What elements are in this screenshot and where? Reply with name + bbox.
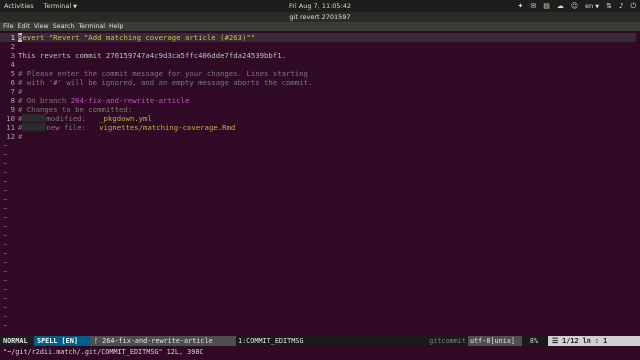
file-encoding: utf-8[unix] (468, 336, 522, 346)
redacted-region (22, 123, 47, 131)
empty-line-marker: ~ (3, 186, 8, 195)
buffer-line[interactable]: 9 # Changes to be committed: (0, 105, 636, 114)
file-name: 1:COMMIT_EDITMSG (238, 337, 304, 345)
vim-buffer[interactable]: 1 Revert "Revert "Add matching coverage a… (0, 31, 640, 347)
line-number: 11 (6, 123, 15, 132)
buffer-text: # (18, 132, 23, 141)
window-title: git revert 2701597 (289, 13, 351, 21)
app-menu-button[interactable]: Terminal ▼ (44, 2, 77, 10)
mode-indicator: NORMAL (0, 336, 34, 346)
empty-line-marker: ~ (3, 159, 8, 168)
empty-line-marker: ~ (3, 204, 8, 213)
line-number: 1 (10, 33, 15, 42)
buffer-line[interactable]: 2 (0, 42, 636, 51)
buffer-text: # with '#' will be ignored, and an empty… (18, 78, 313, 87)
buffer-text: _pkgdown.yml (99, 114, 152, 123)
volume-icon[interactable]: ♪ (619, 2, 623, 10)
buffer-text: # On branch (18, 96, 71, 105)
empty-line-marker: ~ (3, 177, 8, 186)
power-icon[interactable]: ⏻ (630, 2, 636, 11)
spell-indicator: SPELL [EN] (34, 336, 91, 346)
menu-search[interactable]: Search (53, 23, 75, 30)
buffer-text: vignettes/matching-coverage.Rmd (99, 123, 236, 132)
menu-file[interactable]: File (3, 23, 14, 30)
scroll-percent: 8% (529, 337, 539, 345)
network-icon[interactable]: ⇅ (606, 2, 612, 10)
buffer-line[interactable]: 5 # Please enter the commit message for y… (0, 69, 636, 78)
buffer-text: modified: (46, 114, 100, 123)
chat-icon[interactable]: ✉ (530, 2, 536, 10)
empty-line-marker: ~ (3, 303, 8, 312)
file-type: gitcommit (429, 337, 466, 345)
buffer-text: # (18, 87, 23, 96)
window-titlebar[interactable]: git revert 2701597 (0, 12, 640, 22)
buffer-line[interactable]: 1 Revert "Revert "Add matching coverage a… (0, 33, 636, 42)
menu-edit[interactable]: Edit (18, 23, 30, 30)
git-branch: ᚠ 264-fix-and-rewrite-article (90, 336, 236, 346)
empty-line-marker: ~ (3, 285, 8, 294)
buffer-text: # Please enter the commit message for yo… (18, 69, 308, 78)
menu-help[interactable]: Help (109, 23, 123, 30)
buffer-line[interactable]: 11 # new file: vignettes/matching-coverage… (0, 123, 636, 132)
line-number: 5 (10, 69, 15, 78)
empty-line-marker: ~ (3, 312, 8, 321)
buffer-line[interactable]: 7 # (0, 87, 636, 96)
language-indicator[interactable]: en ▼ (585, 2, 599, 10)
line-number: 8 (10, 96, 15, 105)
line-number: 10 (6, 114, 15, 123)
empty-line-marker: ~ (3, 258, 8, 267)
cloud-icon[interactable]: ☁ (557, 2, 564, 10)
cursor-position: ☰ 1/12 ln : 1 (548, 336, 640, 346)
empty-line-marker: ~ (3, 294, 8, 303)
menu-terminal[interactable]: Terminal (78, 23, 105, 30)
menu-bar: File Edit View Search Terminal Help (0, 22, 640, 31)
empty-line-marker: ~ (3, 150, 8, 159)
dropdown-arrow-icon: ▼ (595, 4, 600, 10)
accessibility-icon[interactable]: ☺ (571, 2, 578, 10)
line-number: 7 (10, 87, 15, 96)
vim-statusline: NORMAL SPELL [EN] ᚠ 264-fix-and-rewrite-… (0, 336, 640, 346)
buffer-text: This reverts commit 270159747a4c9d3ca5ff… (18, 51, 286, 60)
dropdown-arrow-icon: ▼ (73, 4, 77, 10)
dropbox-icon[interactable]: ✦ (517, 2, 523, 10)
empty-line-marker: ~ (3, 231, 8, 240)
line-number: 12 (6, 132, 15, 141)
vim-command-line[interactable]: "~/git/r2dii.match/.git/COMMIT_EDITMSG" … (0, 347, 640, 357)
line-number: 9 (10, 105, 15, 114)
line-number: 3 (10, 51, 15, 60)
app-menu-label: Terminal (43, 2, 72, 10)
language-label: en (585, 2, 594, 10)
line-number: 6 (10, 78, 15, 87)
line-number: 2 (10, 42, 15, 51)
buffer-text: evert "Revert "Add matching coverage art… (22, 33, 256, 42)
buffer-line[interactable]: 10 # modified: _pkgdown.yml (0, 114, 636, 123)
empty-line-marker: ~ (3, 321, 8, 330)
buffer-line[interactable]: 8 # On branch 264-fix-and-rewrite-article (0, 96, 636, 105)
buffer-line[interactable]: 12 # (0, 132, 636, 141)
empty-line-marker: ~ (3, 276, 8, 285)
empty-line-marker: ~ (3, 222, 8, 231)
empty-line-marker: ~ (3, 240, 8, 249)
empty-line-marker: ~ (3, 249, 8, 258)
activities-button[interactable]: Activities (4, 2, 34, 10)
menu-view[interactable]: View (34, 23, 49, 30)
buffer-line[interactable]: 4 (0, 60, 636, 69)
clock[interactable]: Fri Aug 7, 11:05:42 (289, 2, 351, 10)
clipboard-icon[interactable]: ▤ (543, 2, 550, 10)
buffer-text: 264-fix-and-rewrite-article (70, 96, 190, 105)
empty-line-marker: ~ (3, 267, 8, 276)
redacted-region (22, 114, 47, 122)
top-panel: Activities Terminal ▼ Fri Aug 7, 11:05:42… (0, 0, 640, 12)
buffer-line[interactable]: 6 # with '#' will be ignored, and an empt… (0, 78, 636, 87)
line-number: 4 (10, 60, 15, 69)
buffer-line[interactable]: 3 This reverts commit 270159747a4c9d3ca5f… (0, 51, 636, 60)
empty-line-marker: ~ (3, 141, 8, 150)
empty-line-marker: ~ (3, 168, 8, 177)
empty-line-marker: ~ (3, 195, 8, 204)
empty-line-marker: ~ (3, 213, 8, 222)
buffer-text: new file: (46, 123, 100, 132)
buffer-text: # Changes to be committed: (18, 105, 133, 114)
